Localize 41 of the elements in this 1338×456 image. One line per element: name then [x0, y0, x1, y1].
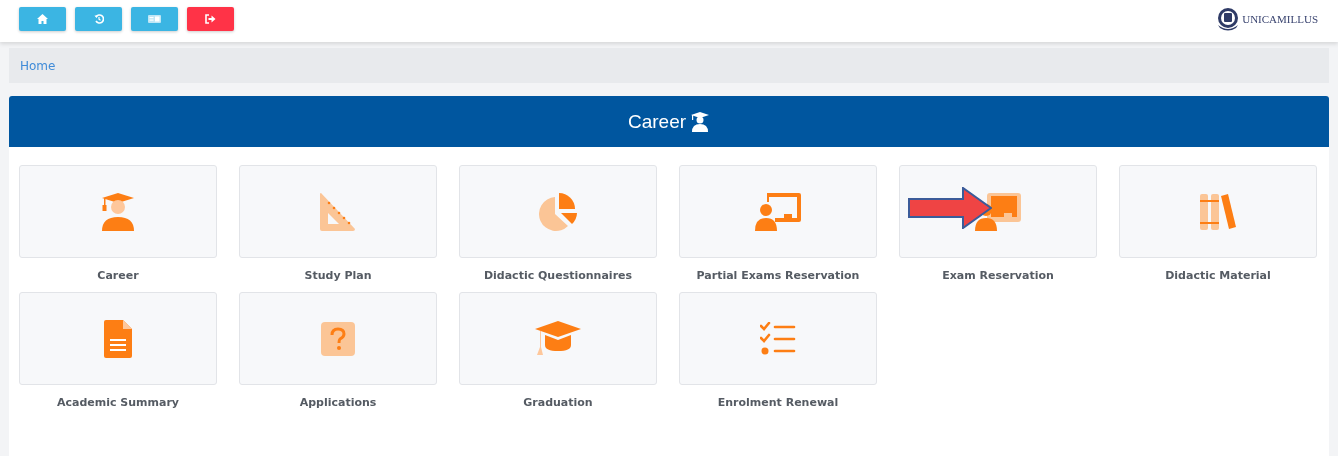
tile-label: Study Plan: [304, 269, 372, 282]
logout-icon: [205, 14, 216, 24]
logo-text: UNICAMILLUS: [1242, 13, 1318, 25]
tile-label: Didactic Questionnaires: [483, 269, 633, 282]
card-icon: [148, 15, 161, 23]
menu-tile[interactable]: [459, 165, 657, 258]
menu-tile[interactable]: [679, 165, 877, 258]
document-icon: [104, 319, 132, 358]
graduation-cap-icon: [535, 320, 581, 357]
menu-tile[interactable]: [1119, 165, 1317, 258]
menu-tile[interactable]: [239, 165, 437, 258]
menu-tile[interactable]: [679, 292, 877, 385]
toolbar-button[interactable]: [19, 7, 66, 31]
menu-tile[interactable]: [459, 292, 657, 385]
tile-label: Exam Reservation: [942, 269, 1054, 282]
tile-label: Enrolment Renewal: [717, 396, 839, 409]
tile-label: Academic Summary: [56, 396, 180, 409]
tile-label: Didactic Material: [1165, 269, 1271, 282]
tile-label: Graduation: [523, 396, 593, 409]
toolbar-button[interactable]: [187, 7, 234, 31]
panel-title: Career: [627, 110, 687, 133]
checklist-icon: [760, 321, 796, 356]
tile-label: Career: [97, 269, 139, 282]
menu-tile[interactable]: [19, 165, 217, 258]
tile-label: Applications: [299, 396, 377, 409]
menu-tile[interactable]: [899, 165, 1097, 258]
tile-label: Partial Exams Reservation: [696, 269, 860, 282]
graduate-icon: [690, 111, 711, 132]
pie-chart-icon: [539, 192, 577, 231]
question-icon: [321, 321, 355, 356]
history-icon: [93, 14, 104, 24]
toolbar-button[interactable]: [131, 7, 178, 31]
menu-tile[interactable]: [239, 292, 437, 385]
presenter-icon: [755, 192, 801, 231]
graduate-icon: [101, 192, 135, 231]
home-icon: [37, 14, 48, 24]
breadcrumb-link[interactable]: Home: [20, 58, 56, 73]
toolbar-button[interactable]: [75, 7, 122, 31]
books-icon: [1200, 192, 1236, 231]
crest-icon: [1216, 7, 1241, 31]
menu-tile[interactable]: [19, 292, 217, 385]
